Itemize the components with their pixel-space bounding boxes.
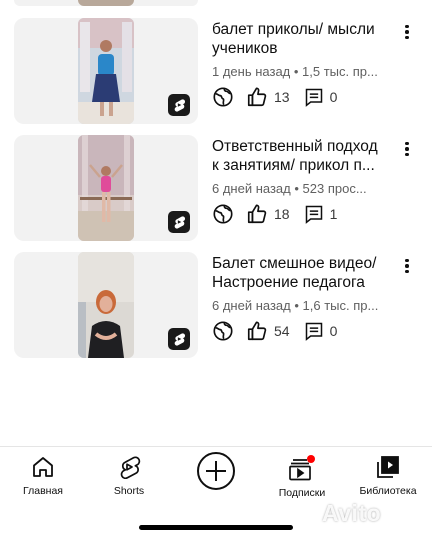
video-thumbnail[interactable]	[14, 18, 198, 124]
video-actions: 54 0	[212, 319, 398, 343]
video-actions: 13 0	[212, 85, 398, 109]
comments-button[interactable]: 0	[304, 321, 338, 341]
comment-icon	[305, 205, 322, 224]
comment-icon	[305, 88, 322, 107]
like-button[interactable]: 18	[246, 203, 290, 225]
thumbnail-image	[78, 135, 134, 241]
nav-shorts[interactable]: Shorts	[87, 455, 171, 497]
home-indicator	[139, 525, 293, 530]
video-meta: балет приколы/ мысли учеников 1 день наз…	[212, 20, 398, 109]
video-title-line2[interactable]: к занятиям/ прикол п...	[212, 156, 398, 175]
video-row[interactable]: Балет смешное видео/ Настроение педагога…	[0, 252, 432, 358]
add-circle-icon	[197, 452, 235, 490]
nav-home-label: Главная	[23, 485, 63, 497]
video-row[interactable]: балет приколы/ мысли учеников 1 день наз…	[0, 18, 432, 124]
like-count: 54	[274, 323, 290, 339]
globe-icon[interactable]	[212, 86, 234, 108]
video-row[interactable]: Ответственный подход к занятиям/ прикол …	[0, 135, 432, 241]
video-title-line1[interactable]: Ответственный подход	[212, 137, 398, 156]
shorts-icon	[120, 456, 141, 479]
video-stats: 6 дней назад • 1,6 тыс. пр...	[212, 298, 379, 313]
video-title-line1[interactable]: балет приколы/ мысли	[212, 20, 398, 39]
video-actions: 18 1	[212, 202, 398, 226]
thumbnail-image	[78, 18, 134, 124]
nav-library-label: Библиотека	[359, 485, 417, 497]
like-count: 13	[274, 89, 290, 105]
nav-shorts-label: Shorts	[113, 485, 145, 497]
comment-count: 1	[329, 206, 338, 222]
video-stats: 6 дней назад • 523 прос...	[212, 181, 367, 196]
video-thumbnail[interactable]	[14, 252, 198, 358]
home-icon	[33, 457, 53, 477]
comment-icon	[305, 322, 322, 341]
video-title-line2[interactable]: учеников	[212, 39, 398, 58]
video-title-line1[interactable]: Балет смешное видео/	[212, 254, 398, 273]
like-count: 18	[274, 206, 290, 222]
comment-count: 0	[329, 89, 338, 105]
globe-icon[interactable]	[212, 203, 234, 225]
globe-icon[interactable]	[212, 320, 234, 342]
video-stats: 1 день назад • 1,5 тыс. пр...	[212, 64, 378, 79]
nav-create[interactable]	[174, 451, 258, 491]
previous-video-thumbnail[interactable]	[14, 0, 198, 6]
comments-button[interactable]: 0	[304, 87, 338, 107]
thumbs-up-icon	[247, 204, 267, 224]
video-meta: Ответственный подход к занятиям/ прикол …	[212, 137, 398, 226]
nav-library[interactable]: Библиотека	[346, 455, 430, 497]
avito-watermark: Avito	[322, 500, 382, 526]
video-thumbnail[interactable]	[14, 135, 198, 241]
nav-subscriptions[interactable]: Подписки	[260, 455, 344, 499]
thumbnail-image	[78, 252, 134, 358]
nav-home[interactable]: Главная	[1, 455, 85, 497]
comment-count: 0	[329, 323, 338, 339]
video-meta: Балет смешное видео/ Настроение педагога…	[212, 254, 398, 343]
shorts-icon	[168, 94, 190, 116]
like-button[interactable]: 13	[246, 86, 290, 108]
thumbs-up-icon	[247, 87, 267, 107]
more-vert-icon[interactable]	[398, 139, 416, 159]
comments-button[interactable]: 1	[304, 204, 338, 224]
video-title-line2[interactable]: Настроение педагога	[212, 273, 398, 292]
more-vert-icon[interactable]	[398, 256, 416, 276]
more-vert-icon[interactable]	[398, 22, 416, 42]
like-button[interactable]: 54	[246, 320, 290, 342]
shorts-icon	[168, 328, 190, 350]
nav-subscriptions-label: Подписки	[278, 487, 326, 499]
shorts-icon	[168, 211, 190, 233]
library-icon	[377, 456, 399, 478]
subscriptions-icon	[289, 455, 315, 481]
thumbs-up-icon	[247, 321, 267, 341]
